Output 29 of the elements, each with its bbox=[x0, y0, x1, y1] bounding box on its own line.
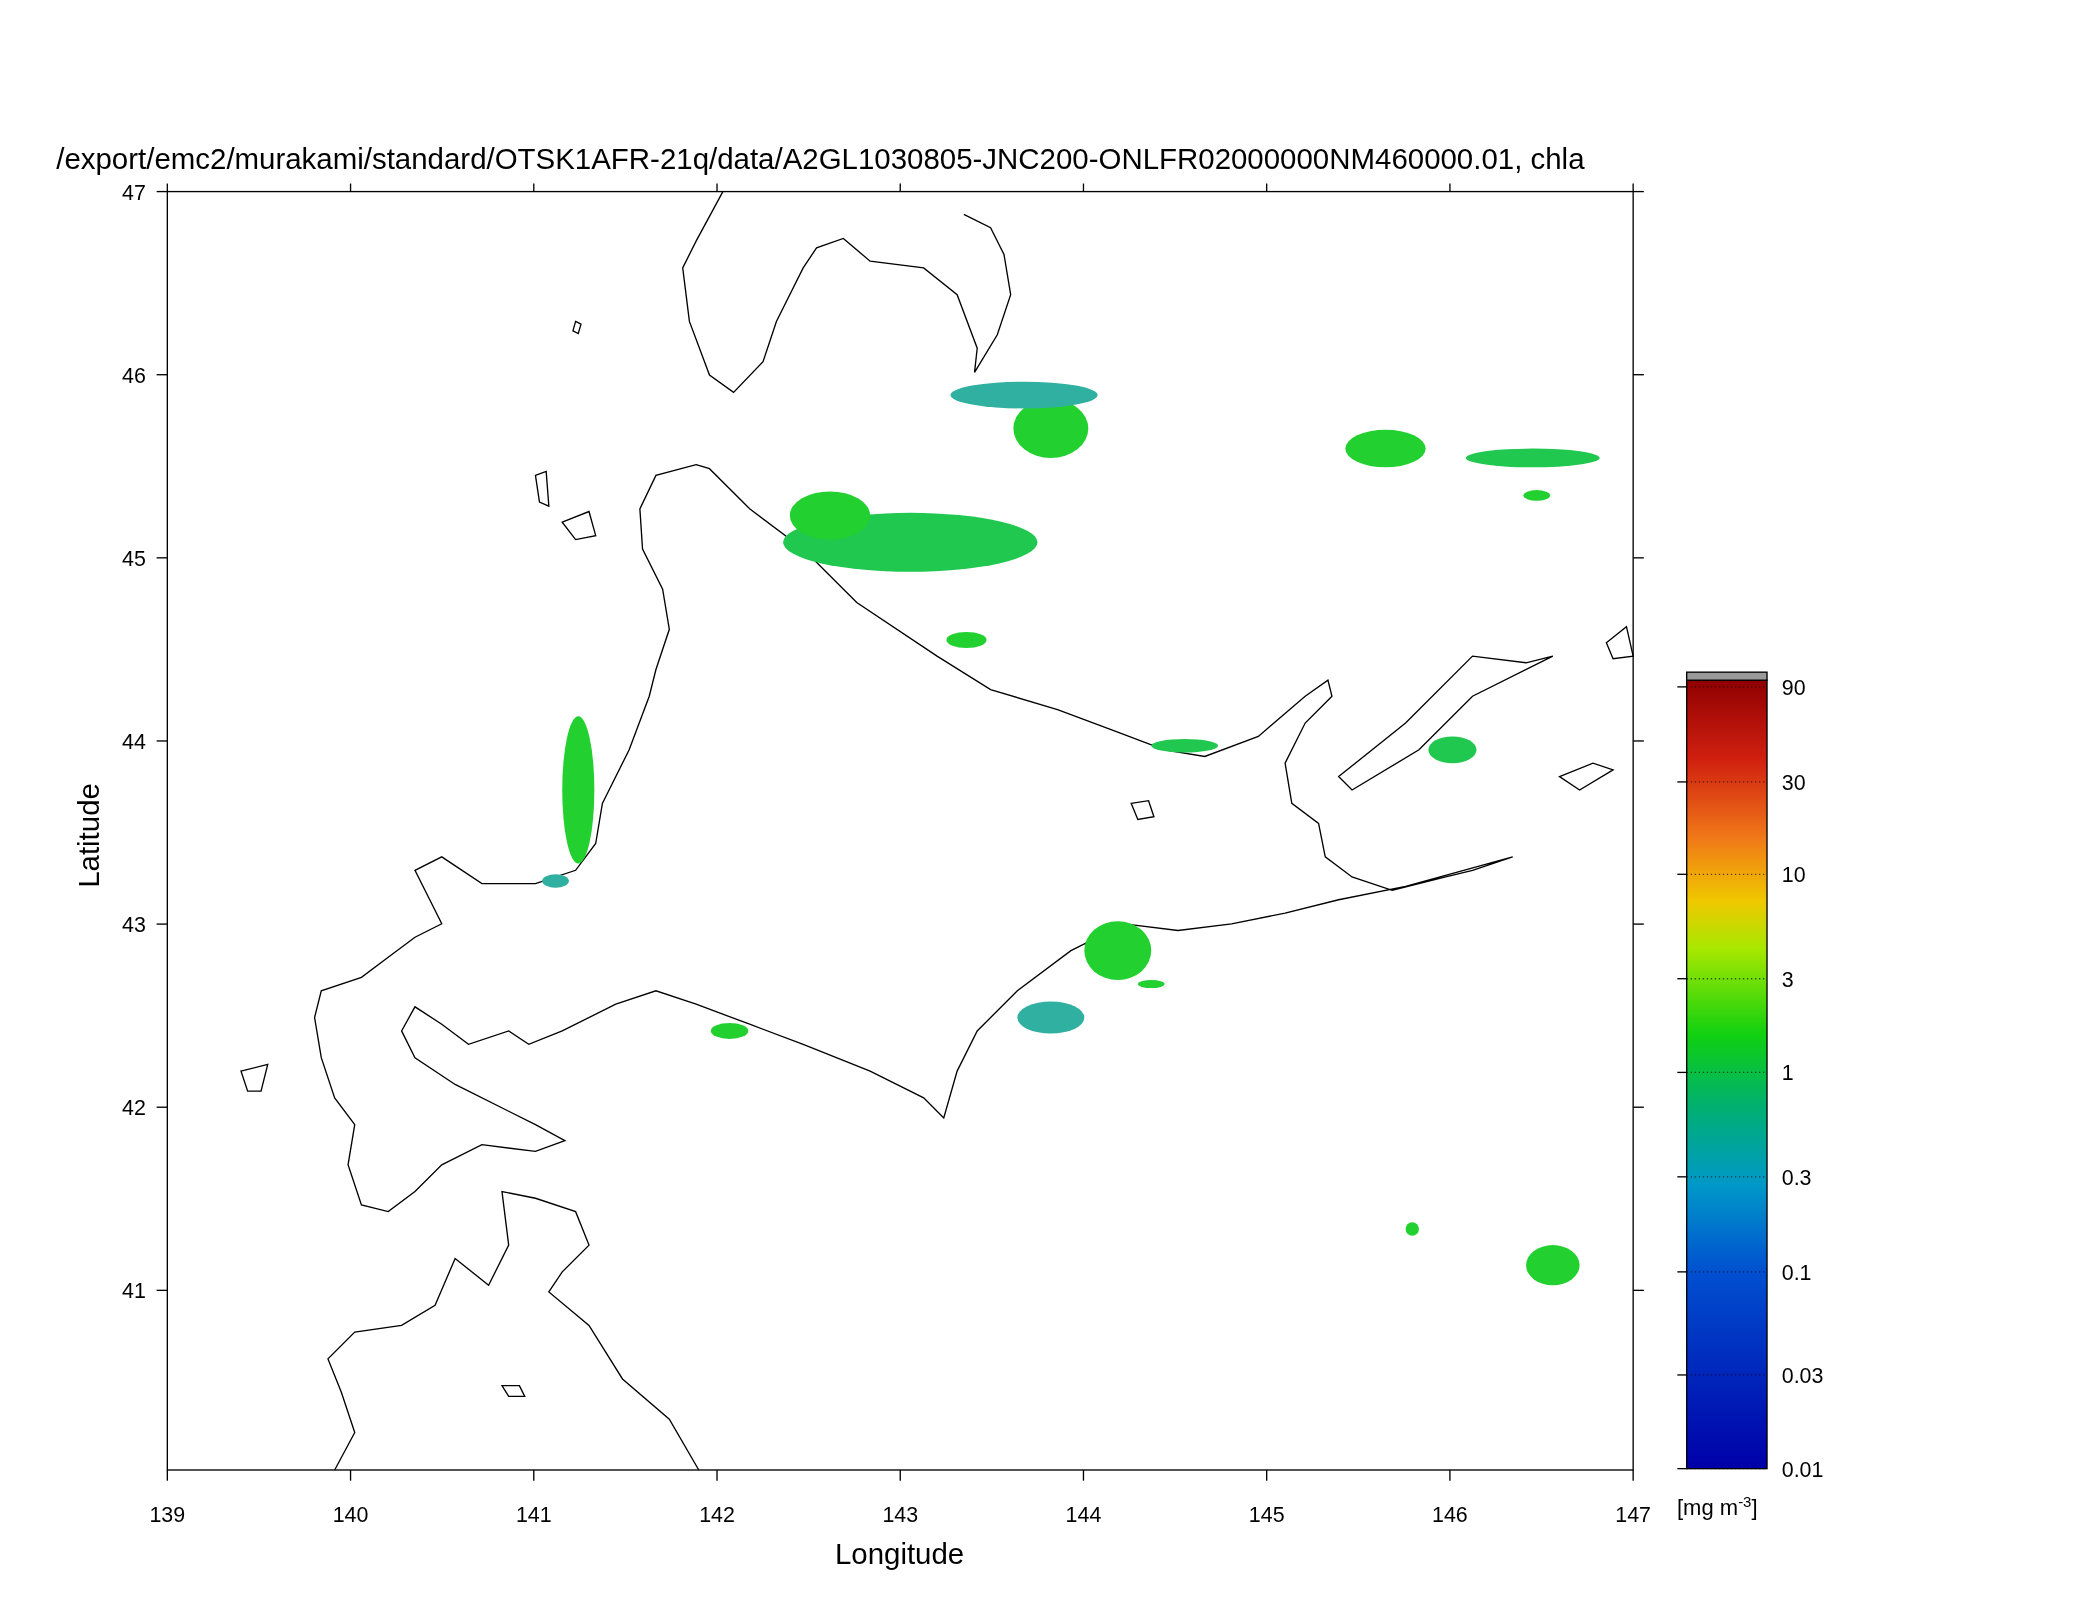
y-tick-label: 43 bbox=[122, 913, 146, 938]
colorbar-tick-label: 0.01 bbox=[1781, 1457, 1824, 1482]
x-tick-label: 141 bbox=[515, 1503, 552, 1528]
y-tick-label: 45 bbox=[122, 546, 146, 571]
y-tick-label: 47 bbox=[122, 180, 146, 205]
x-tick-label: 142 bbox=[699, 1503, 735, 1528]
y-tick-label: 42 bbox=[122, 1096, 146, 1121]
colorbar-unit-label: [mg m$^{-3}$] bbox=[1677, 1493, 1758, 1522]
y-axis-label: Latitude bbox=[72, 783, 106, 888]
colorbar-tick-label: 30 bbox=[1781, 770, 1806, 795]
x-tick-label: 143 bbox=[882, 1503, 919, 1528]
y-tick-label: 44 bbox=[122, 730, 146, 754]
x-tick-label: 145 bbox=[1248, 1503, 1285, 1528]
x-tick-label: 147 bbox=[1615, 1503, 1651, 1528]
y-tick-label: 46 bbox=[122, 363, 146, 388]
x-axis-label: Longitude bbox=[834, 1536, 965, 1570]
x-tick-label: 139 bbox=[149, 1503, 186, 1528]
colorbar-tick-label: 90 bbox=[1781, 675, 1806, 700]
x-tick-label: 146 bbox=[1432, 1503, 1468, 1528]
x-tick-label: 144 bbox=[1065, 1503, 1102, 1528]
x-tick-label: 140 bbox=[332, 1503, 369, 1528]
colorbar-tick-label: 0.03 bbox=[1781, 1364, 1824, 1388]
colorbar-tick-label: 1 bbox=[1781, 1061, 1794, 1086]
colorbar-tick-label: 0.3 bbox=[1781, 1165, 1812, 1190]
colorbar-tick-label: 3 bbox=[1781, 967, 1794, 992]
colorbar-tick-label: 0.1 bbox=[1781, 1260, 1812, 1285]
colorbar-tick-label: 10 bbox=[1781, 863, 1806, 888]
plot-title: /export/emc2/murakami/standard/OTSK1AFR-21q/data/A2GL1030805-JNC200-ONLFR02000000NM460000.01, chla bbox=[56, 141, 1585, 175]
y-tick-label: 41 bbox=[122, 1279, 146, 1304]
